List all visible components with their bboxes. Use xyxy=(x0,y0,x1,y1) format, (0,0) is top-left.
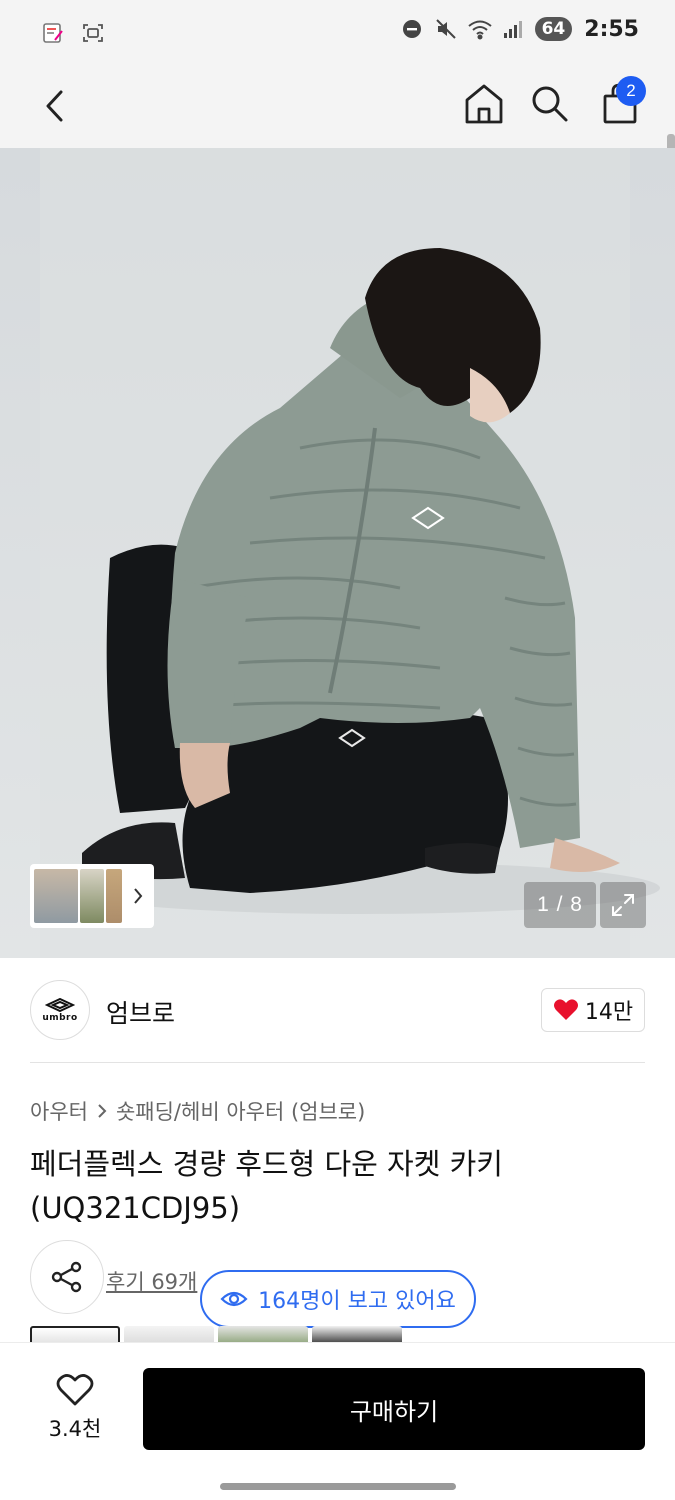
gallery-page-counter: 1 / 8 xyxy=(524,882,596,928)
product-photo xyxy=(0,148,675,958)
status-bar: 64 2:55 xyxy=(0,0,675,64)
buy-button[interactable]: 구매하기 xyxy=(143,1368,645,1450)
divider xyxy=(30,1062,645,1063)
wishlist-count: 3.4천 xyxy=(48,1417,102,1441)
product-image-gallery[interactable]: 1 / 8 xyxy=(0,148,675,958)
review-link[interactable]: 후기 69개 xyxy=(106,1266,197,1296)
gallery-thumbnail-strip[interactable] xyxy=(30,864,154,928)
home-button[interactable] xyxy=(458,76,510,132)
wifi-icon xyxy=(467,16,493,42)
home-icon xyxy=(465,84,503,124)
search-button[interactable] xyxy=(524,76,576,132)
do-not-disturb-icon xyxy=(399,16,425,42)
thumbnail-image[interactable] xyxy=(34,869,78,923)
brand-name[interactable]: 엄브로 xyxy=(106,994,175,1030)
share-button[interactable] xyxy=(30,1240,104,1314)
brand-row: umbro 엄브로 14만 xyxy=(30,980,645,1042)
brand-like-button[interactable]: 14만 xyxy=(541,988,645,1032)
product-title: 페더플렉스 경량 후드형 다운 자켓 카키(UQ321CDJ95) xyxy=(30,1147,503,1225)
eye-icon xyxy=(220,1291,248,1307)
thumbnail-image[interactable] xyxy=(106,869,122,923)
share-icon xyxy=(51,1261,82,1293)
app-bar: 2 xyxy=(0,64,675,200)
brand-like-count: 14만 xyxy=(584,1000,634,1025)
chevron-right-icon xyxy=(98,1104,107,1118)
breadcrumb-subcategory[interactable]: 숏패딩/헤비 아우터 (엄브로) xyxy=(116,1096,365,1126)
bottom-action-bar: 3.4천 구매하기 xyxy=(0,1342,675,1500)
cart-count-badge: 2 xyxy=(616,76,646,106)
home-indicator[interactable] xyxy=(220,1483,456,1490)
breadcrumb-category[interactable]: 아우터 xyxy=(30,1096,88,1126)
expand-icon xyxy=(612,894,634,916)
viewers-count-label: 164명이 보고 있어요 xyxy=(258,1289,456,1314)
brand-logo-wordmark: umbro xyxy=(42,1012,78,1023)
fullscreen-button[interactable] xyxy=(600,882,646,928)
umbro-diamond-icon xyxy=(45,997,75,1012)
search-icon xyxy=(532,86,568,122)
clock: 2:55 xyxy=(584,16,639,42)
back-button[interactable] xyxy=(30,78,80,134)
notes-app-icon xyxy=(40,20,66,46)
mute-icon xyxy=(433,16,459,42)
brand-logo[interactable]: umbro xyxy=(30,980,90,1040)
chevron-left-icon xyxy=(46,90,63,122)
chevron-right-icon xyxy=(134,888,143,904)
viewers-count-pill: 164명이 보고 있어요 xyxy=(200,1270,476,1328)
signal-icon xyxy=(501,16,527,42)
breadcrumb: 아우터 숏패딩/헤비 아우터 (엄브로) xyxy=(30,1096,365,1126)
battery-indicator: 64 xyxy=(534,17,573,41)
heart-outline-icon xyxy=(56,1374,94,1406)
screenshot-icon xyxy=(80,20,106,46)
thumbnail-image[interactable] xyxy=(80,869,104,923)
cart-button[interactable]: 2 xyxy=(594,76,646,132)
wishlist-button[interactable]: 3.4천 xyxy=(36,1373,114,1449)
heart-filled-icon xyxy=(553,999,578,1020)
